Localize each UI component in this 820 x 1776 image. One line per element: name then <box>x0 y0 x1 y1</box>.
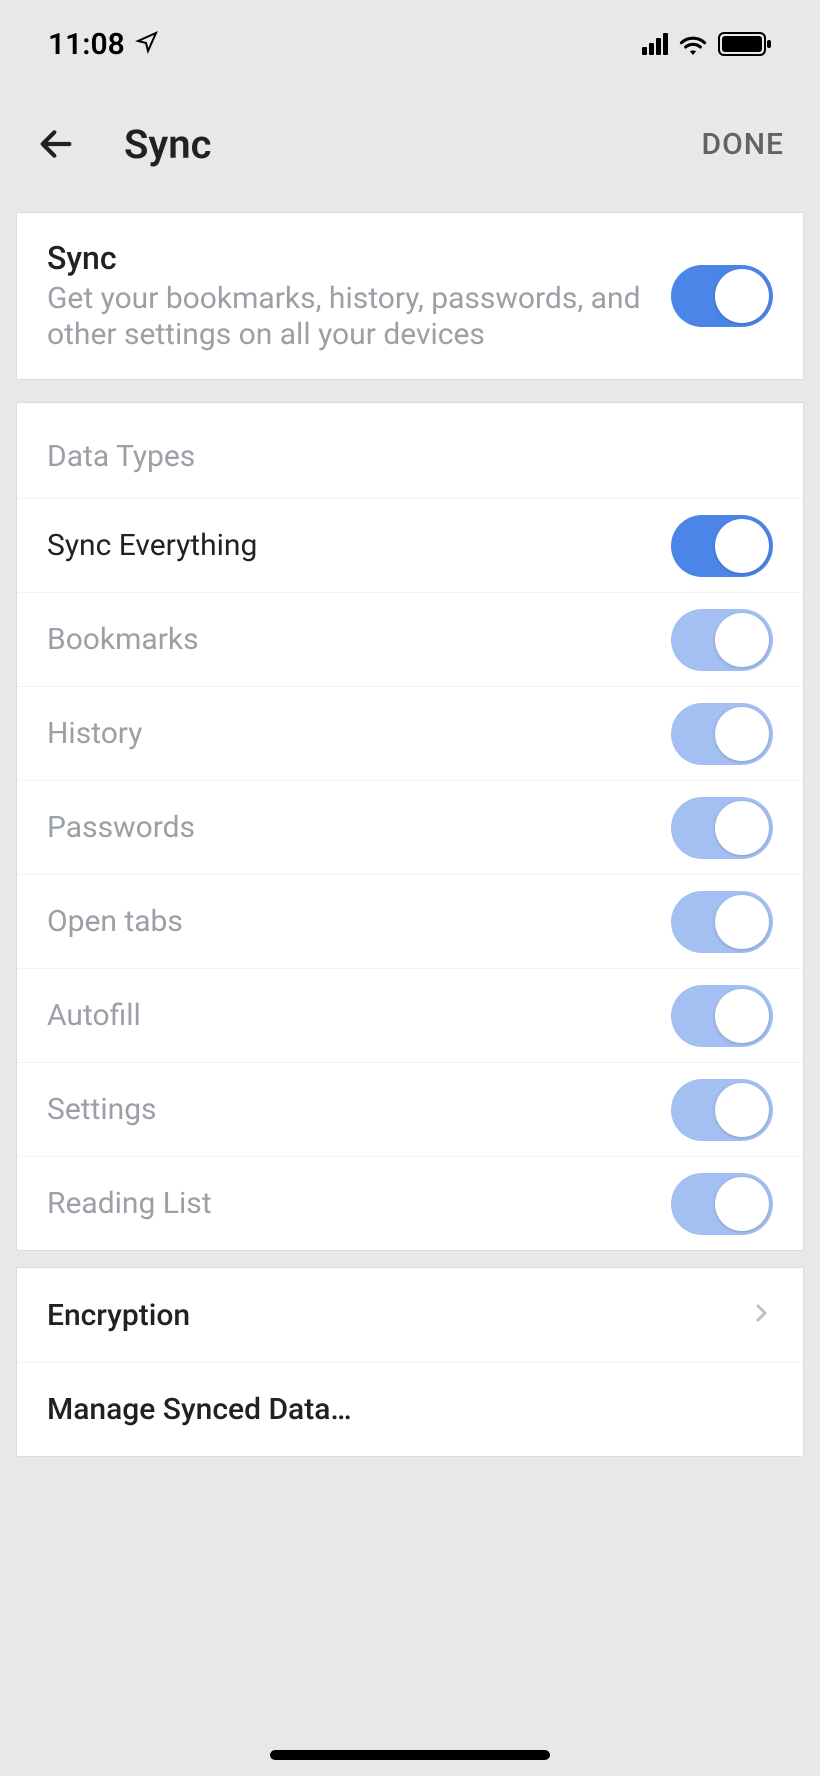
encryption-label: Encryption <box>47 1298 190 1333</box>
manage-synced-data-label: Manage Synced Data… <box>47 1392 352 1427</box>
settings-row: Settings <box>17 1062 803 1156</box>
passwords-label: Passwords <box>47 810 195 845</box>
sync-master-toggle[interactable] <box>671 265 773 327</box>
passwords-toggle[interactable] <box>671 797 773 859</box>
page-header: Sync DONE <box>0 88 820 200</box>
cellular-signal-icon <box>642 33 668 55</box>
history-row: History <box>17 686 803 780</box>
manage-synced-data-row[interactable]: Manage Synced Data… <box>17 1362 803 1456</box>
data-types-card: Data Types Sync Everything Bookmarks His… <box>16 402 804 1251</box>
reading-list-label: Reading List <box>47 1186 212 1221</box>
sync-master-card: Sync Get your bookmarks, history, passwo… <box>16 212 804 380</box>
sync-master-row: Sync Get your bookmarks, history, passwo… <box>17 213 803 379</box>
sync-master-title: Sync <box>47 239 651 277</box>
bookmarks-toggle[interactable] <box>671 609 773 671</box>
open-tabs-row: Open tabs <box>17 874 803 968</box>
sync-everything-row: Sync Everything <box>17 498 803 592</box>
done-button[interactable]: DONE <box>702 127 785 162</box>
arrow-left-icon <box>36 124 76 164</box>
back-button[interactable] <box>36 124 76 164</box>
settings-toggle[interactable] <box>671 1079 773 1141</box>
history-label: History <box>47 716 142 751</box>
home-indicator[interactable] <box>270 1750 550 1760</box>
status-bar: 11:08 <box>0 0 820 88</box>
open-tabs-label: Open tabs <box>47 904 183 939</box>
autofill-label: Autofill <box>47 998 141 1033</box>
battery-icon <box>718 32 772 56</box>
sync-master-text: Sync Get your bookmarks, history, passwo… <box>47 239 651 353</box>
chevron-right-icon <box>749 1301 773 1329</box>
status-left: 11:08 <box>48 27 159 62</box>
data-types-header: Data Types <box>17 403 803 498</box>
open-tabs-toggle[interactable] <box>671 891 773 953</box>
status-right <box>642 32 772 56</box>
location-icon <box>135 27 159 62</box>
bookmarks-label: Bookmarks <box>47 622 199 657</box>
sync-everything-label: Sync Everything <box>47 528 257 563</box>
passwords-row: Passwords <box>17 780 803 874</box>
settings-label: Settings <box>47 1092 157 1127</box>
autofill-row: Autofill <box>17 968 803 1062</box>
autofill-toggle[interactable] <box>671 985 773 1047</box>
history-toggle[interactable] <box>671 703 773 765</box>
reading-list-toggle[interactable] <box>671 1173 773 1235</box>
sync-master-description: Get your bookmarks, history, passwords, … <box>47 281 651 353</box>
wifi-icon <box>678 33 708 55</box>
bookmarks-row: Bookmarks <box>17 592 803 686</box>
page-title: Sync <box>124 121 654 168</box>
encryption-row[interactable]: Encryption <box>17 1268 803 1362</box>
status-time: 11:08 <box>48 27 125 62</box>
reading-list-row: Reading List <box>17 1156 803 1250</box>
bottom-card: Encryption Manage Synced Data… <box>16 1267 804 1457</box>
sync-everything-toggle[interactable] <box>671 515 773 577</box>
